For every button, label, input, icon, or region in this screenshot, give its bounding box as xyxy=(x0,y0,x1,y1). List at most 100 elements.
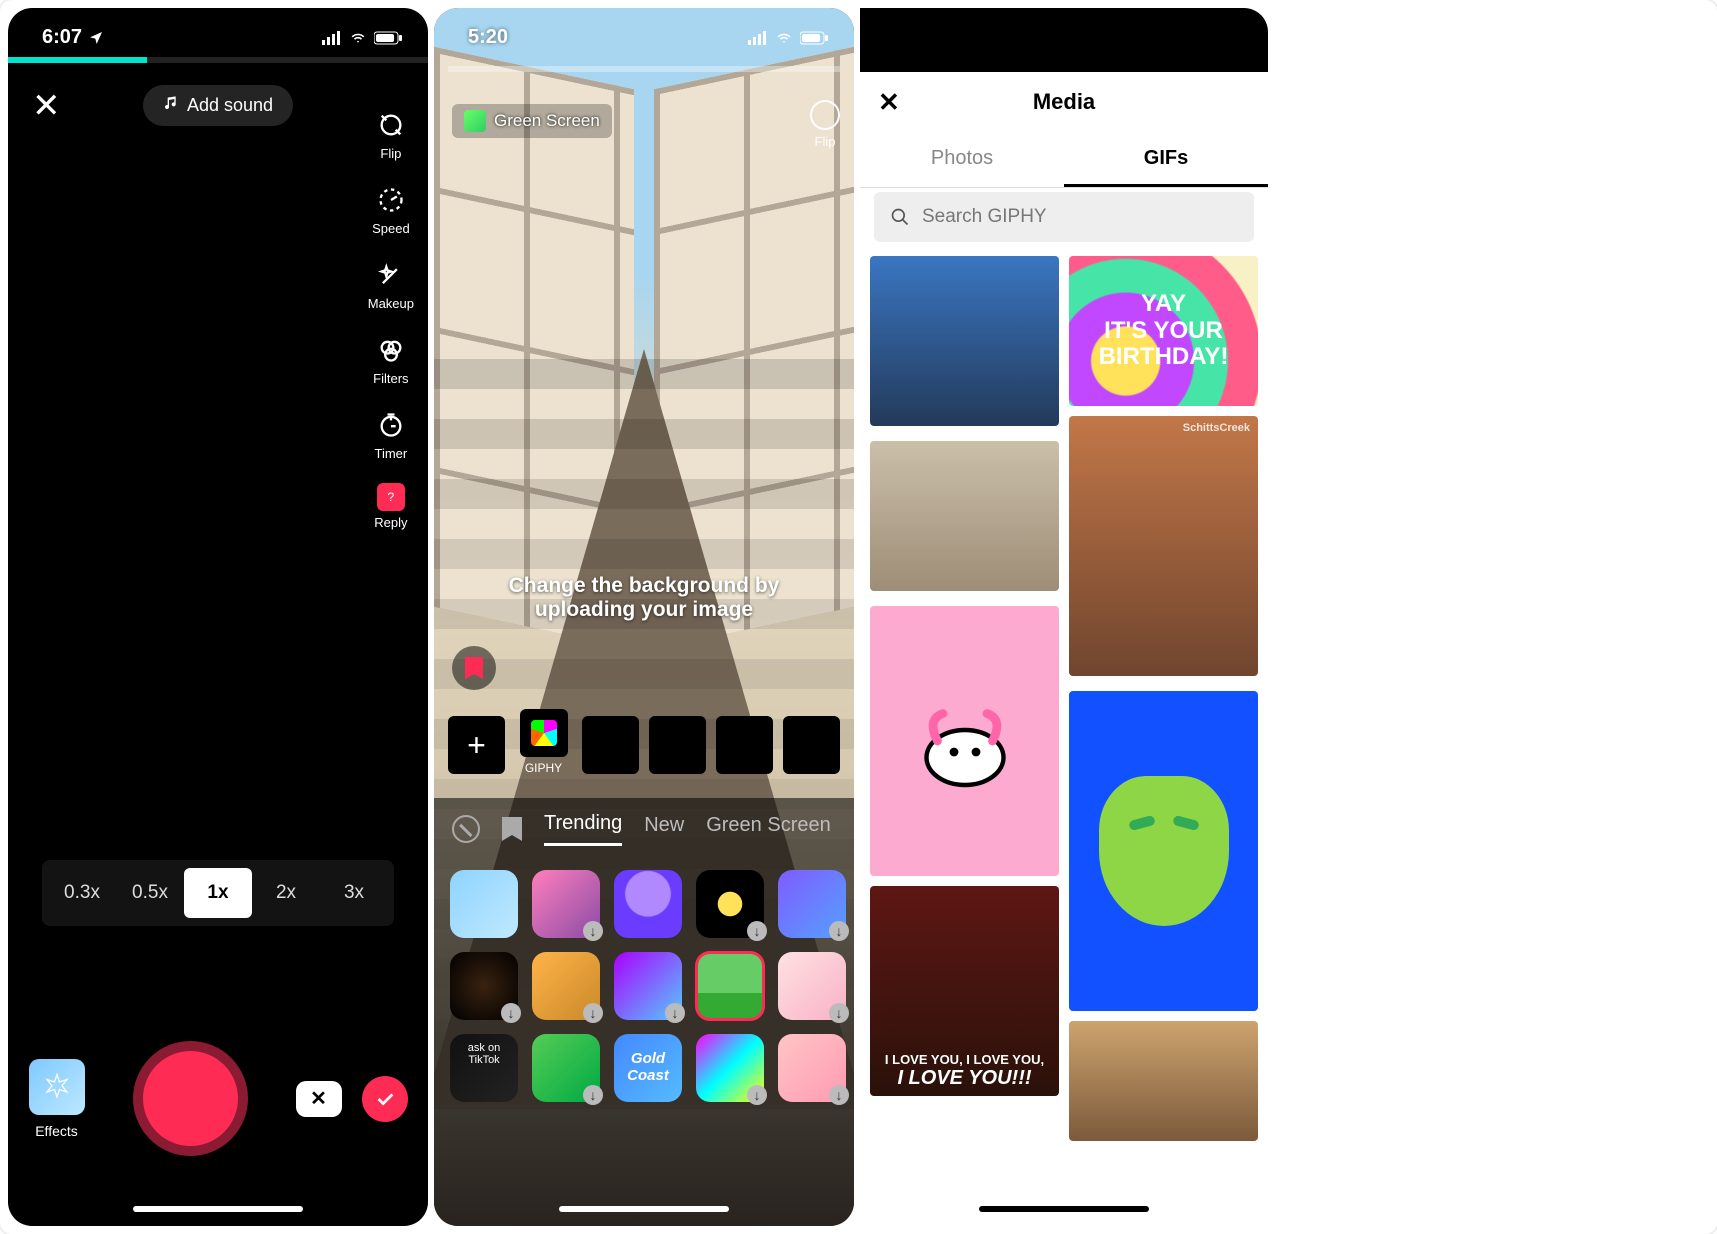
close-button[interactable]: ✕ xyxy=(878,87,900,118)
effect-tile[interactable]: ↓ xyxy=(778,1034,846,1102)
gif-tile[interactable]: I LOVE YOU, I LOVE YOU, I LOVE YOU!!! xyxy=(870,886,1059,1096)
effect-tile-gold-coast[interactable]: Gold Coast xyxy=(614,1034,682,1102)
home-indicator[interactable] xyxy=(979,1206,1149,1212)
effect-tile[interactable]: ↓ xyxy=(614,952,682,1020)
media-slot[interactable] xyxy=(783,716,840,774)
tab-new[interactable]: New xyxy=(644,814,684,845)
battery-icon xyxy=(800,31,828,45)
makeup-button[interactable]: Makeup xyxy=(368,258,414,311)
blob-character-icon xyxy=(910,686,1020,796)
effect-tile[interactable] xyxy=(450,870,518,938)
download-icon: ↓ xyxy=(583,921,603,941)
upload-media-button[interactable]: + xyxy=(448,716,505,774)
effect-tile[interactable] xyxy=(614,870,682,938)
media-title: Media xyxy=(1033,89,1095,115)
effects-thumb-icon xyxy=(29,1059,85,1115)
green-screen-swatch-icon xyxy=(464,110,486,132)
gif-tile[interactable] xyxy=(1069,1021,1258,1141)
speed-1x[interactable]: 1x xyxy=(184,868,252,918)
media-slot[interactable] xyxy=(649,716,706,774)
status-bar: 6:07 xyxy=(8,8,428,57)
home-indicator[interactable] xyxy=(559,1206,729,1212)
download-icon: ↓ xyxy=(829,921,849,941)
speed-0-5x[interactable]: 0.5x xyxy=(116,868,184,918)
speed-3x[interactable]: 3x xyxy=(320,868,388,918)
tab-green-screen[interactable]: Green Screen xyxy=(706,814,831,845)
add-sound-label: Add sound xyxy=(187,95,273,116)
gif-tile[interactable]: YAY IT'S YOUR BIRTHDAY! xyxy=(1069,256,1258,406)
done-button[interactable] xyxy=(362,1076,408,1122)
effect-tile[interactable]: ↓ xyxy=(778,870,846,938)
giphy-source-button[interactable]: GIPHY xyxy=(515,709,572,781)
flip-button[interactable]: Flip xyxy=(374,108,408,161)
add-sound-button[interactable]: Add sound xyxy=(143,85,293,126)
gif-tile[interactable] xyxy=(1069,691,1258,1011)
flip-icon xyxy=(810,100,840,130)
gif-tile[interactable] xyxy=(870,606,1059,876)
media-header: ✕ Media xyxy=(860,72,1268,132)
media-slot[interactable] xyxy=(582,716,639,774)
delete-last-clip-button[interactable]: ✕ xyxy=(296,1081,342,1117)
effect-tile[interactable]: ↓ xyxy=(696,870,764,938)
speed-selector[interactable]: 0.3x 0.5x 1x 2x 3x xyxy=(42,860,394,926)
download-icon: ↓ xyxy=(747,1085,767,1105)
sparkle-wand-icon xyxy=(374,258,408,292)
tab-gifs[interactable]: GIFs xyxy=(1064,132,1268,187)
bookmark-effect-button[interactable] xyxy=(452,646,496,690)
download-icon: ↓ xyxy=(583,1085,603,1105)
gif-tile[interactable] xyxy=(870,1106,1059,1216)
gif-tile[interactable] xyxy=(870,441,1059,591)
grinch-icon xyxy=(1099,776,1229,926)
camera-peek xyxy=(860,8,1268,72)
timer-button[interactable]: Timer xyxy=(374,408,408,461)
download-icon: ↓ xyxy=(829,1085,849,1105)
flip-button[interactable]: Flip xyxy=(810,100,840,149)
location-arrow-icon xyxy=(88,30,104,46)
download-icon: ↓ xyxy=(501,1003,521,1023)
check-icon xyxy=(374,1088,396,1110)
flip-icon xyxy=(374,108,408,142)
effects-button[interactable]: Effects xyxy=(29,1059,85,1139)
gif-tile[interactable] xyxy=(870,256,1059,426)
speed-2x[interactable]: 2x xyxy=(252,868,320,918)
effect-name-pill[interactable]: Green Screen xyxy=(452,104,612,138)
saved-effects-tab[interactable] xyxy=(502,817,522,841)
cellular-icon xyxy=(748,31,768,45)
gif-grid: I LOVE YOU, I LOVE YOU, I LOVE YOU!!! YA… xyxy=(870,256,1258,1226)
effect-tile-ask-tiktok[interactable]: ask on TikTok xyxy=(450,1034,518,1102)
effects-grid: ↓ ↓ ↓ ↓ ↓ ↓ ↓ ask on TikTok ↓ Gold Coast… xyxy=(434,860,854,1226)
status-time: 6:07 xyxy=(42,26,82,49)
effect-tile[interactable]: ↓ xyxy=(532,870,600,938)
effect-tile[interactable]: ↓ xyxy=(778,952,846,1020)
effect-tile[interactable]: ↓ xyxy=(450,952,518,1020)
close-button[interactable]: ✕ xyxy=(32,89,61,123)
battery-icon xyxy=(374,31,402,45)
status-bar: 5:20 xyxy=(434,8,854,57)
media-slot[interactable] xyxy=(716,716,773,774)
filters-button[interactable]: Filters xyxy=(373,333,408,386)
upload-hint-text: Change the background by uploading your … xyxy=(434,574,854,622)
home-indicator[interactable] xyxy=(133,1206,303,1212)
effect-tile[interactable]: ↓ xyxy=(532,952,600,1020)
speed-button[interactable]: Speed xyxy=(372,183,410,236)
no-effect-button[interactable] xyxy=(452,815,480,843)
speedometer-icon xyxy=(374,183,408,217)
wifi-icon xyxy=(774,31,794,45)
gif-tile[interactable]: SchittsCreek xyxy=(1069,416,1258,676)
download-icon: ↓ xyxy=(665,1003,685,1023)
tab-photos[interactable]: Photos xyxy=(860,132,1064,187)
effect-tile-upload-selected[interactable] xyxy=(696,952,764,1020)
timer-icon xyxy=(374,408,408,442)
search-icon xyxy=(890,207,910,227)
speed-0-3x[interactable]: 0.3x xyxy=(48,868,116,918)
search-input[interactable]: Search GIPHY xyxy=(874,192,1254,242)
record-button[interactable] xyxy=(133,1041,248,1156)
tab-trending[interactable]: Trending xyxy=(544,812,622,846)
reply-button[interactable]: ? Reply xyxy=(374,483,407,530)
effect-tile[interactable]: ↓ xyxy=(696,1034,764,1102)
download-icon: ↓ xyxy=(583,1003,603,1023)
status-icons xyxy=(322,31,402,45)
download-icon: ↓ xyxy=(747,921,767,941)
filters-icon xyxy=(374,333,408,367)
effect-tile[interactable]: ↓ xyxy=(532,1034,600,1102)
